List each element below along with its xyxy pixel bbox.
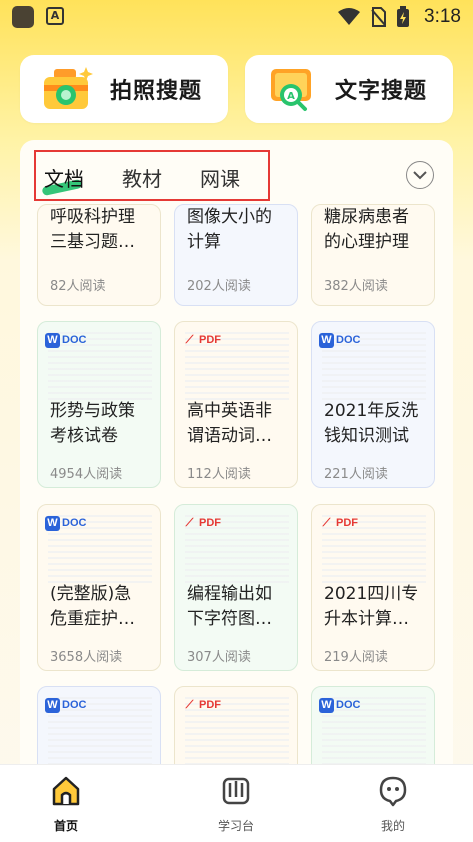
a-notification-icon: A [46,7,64,25]
file-type-label: PDF [199,334,221,346]
document-card[interactable]: 呼吸科护理 三基习题… 82人阅读 [37,204,161,306]
nav-home-label: 首页 [53,819,78,833]
pdf-badge: ⟋ PDF [182,514,221,532]
expand-categories-button[interactable] [406,161,434,189]
document-title: (完整版)急 危重症护… [50,584,135,629]
file-type-label: DOC [62,334,87,346]
doc-badge: W DOC [45,331,86,349]
word-icon: W [45,332,60,348]
app-notification-icon [12,6,34,28]
pdf-icon: ⟋ [185,333,194,346]
photo-search-button[interactable]: 拍照搜题 [20,55,228,123]
document-title: 糖尿病患者 的心理护理 [324,207,409,252]
document-card[interactable]: ⟋ PDF 编程输出如 下字符图… 307人阅读 [174,504,298,671]
nav-profile[interactable]: 我的 [353,775,433,834]
tab-textbooks[interactable]: 教材 [122,163,162,192]
file-type-label: PDF [199,699,221,711]
file-type-label: DOC [62,517,87,529]
book-icon [222,777,250,805]
word-icon: W [45,515,60,531]
tab-online-courses[interactable]: 网课 [200,163,240,192]
content-panel: 文档 教材 网课 呼吸科护理 三基习题… 82人阅读 图像大小的 计算 202人阅读 糖… [20,140,453,780]
bottom-navigation: 首页 学习台 我的 [0,764,473,842]
camera-icon [44,67,93,109]
doc-badge: W DOC [319,696,360,714]
document-card[interactable]: ⟋ PDF 高中英语非 谓语动词… 112人阅读 [174,321,298,488]
read-count: 112人阅读 [187,467,251,482]
file-type-label: DOC [336,699,361,711]
word-icon: W [45,697,60,713]
category-tabs: 文档 教材 网课 [34,150,270,201]
pdf-badge: ⟋ PDF [319,514,358,532]
no-sim-icon [371,7,387,27]
text-search-label: 文字搜题 [335,79,428,104]
document-title: 2021年反洗 钱知识测试 [324,401,419,446]
pdf-badge: ⟋ PDF [182,696,221,714]
document-card[interactable]: W DOC 2021年反洗 钱知识测试 221人阅读 [311,321,435,488]
file-type-label: PDF [336,517,358,529]
chevron-down-icon [413,171,427,180]
nav-profile-label: 我的 [380,819,405,833]
read-count: 382人阅读 [324,279,388,294]
clock: 3:18 [424,6,461,27]
document-title: 2021四川专 升本计算… [324,584,419,629]
read-count: 4954人阅读 [50,467,123,482]
pdf-icon: ⟋ [322,516,331,529]
wifi-icon [338,8,361,25]
nav-study[interactable]: 学习台 [196,775,276,834]
word-icon: W [319,332,334,348]
document-title: 图像大小的 计算 [187,207,272,252]
svg-text:A: A [287,91,295,102]
document-title: 形势与政策 考核试卷 [50,401,135,446]
status-bar: A 3:18 [0,0,473,34]
pdf-icon: ⟋ [185,698,194,711]
pdf-icon: ⟋ [185,516,194,529]
document-card[interactable]: W DOC (完整版)急 危重症护… 3658人阅读 [37,504,161,671]
doc-badge: W DOC [45,514,86,532]
read-count: 219人阅读 [324,650,388,665]
file-type-label: PDF [199,517,221,529]
read-count: 307人阅读 [187,650,251,665]
document-card[interactable]: ⟋ PDF 2021四川专 升本计算… 219人阅读 [311,504,435,671]
photo-search-label: 拍照搜题 [110,79,203,104]
doc-badge: W DOC [319,331,360,349]
word-icon: W [319,697,334,713]
text-search-icon: A [271,69,311,111]
read-count: 202人阅读 [187,279,251,294]
home-icon [52,776,80,806]
read-count: 221人阅读 [324,467,388,482]
pdf-badge: ⟋ PDF [182,331,221,349]
text-search-button[interactable]: A 文字搜题 [245,55,453,123]
profile-icon [379,776,407,807]
nav-home[interactable]: 首页 [26,775,106,834]
read-count: 82人阅读 [50,279,106,294]
file-type-label: DOC [62,699,87,711]
document-title: 编程输出如 下字符图… [187,584,272,629]
battery-charging-icon [397,6,410,27]
doc-badge: W DOC [45,696,86,714]
read-count: 3658人阅读 [50,650,123,665]
tab-documents[interactable]: 文档 [44,163,84,192]
document-card[interactable]: 糖尿病患者 的心理护理 382人阅读 [311,204,435,306]
document-card[interactable]: W DOC 形势与政策 考核试卷 4954人阅读 [37,321,161,488]
status-indicators: 3:18 [338,5,461,29]
document-title: 高中英语非 谓语动词… [187,401,272,446]
file-type-label: DOC [336,334,361,346]
nav-study-label: 学习台 [217,819,254,833]
document-title: 呼吸科护理 三基习题… [50,207,135,252]
document-card[interactable]: 图像大小的 计算 202人阅读 [174,204,298,306]
